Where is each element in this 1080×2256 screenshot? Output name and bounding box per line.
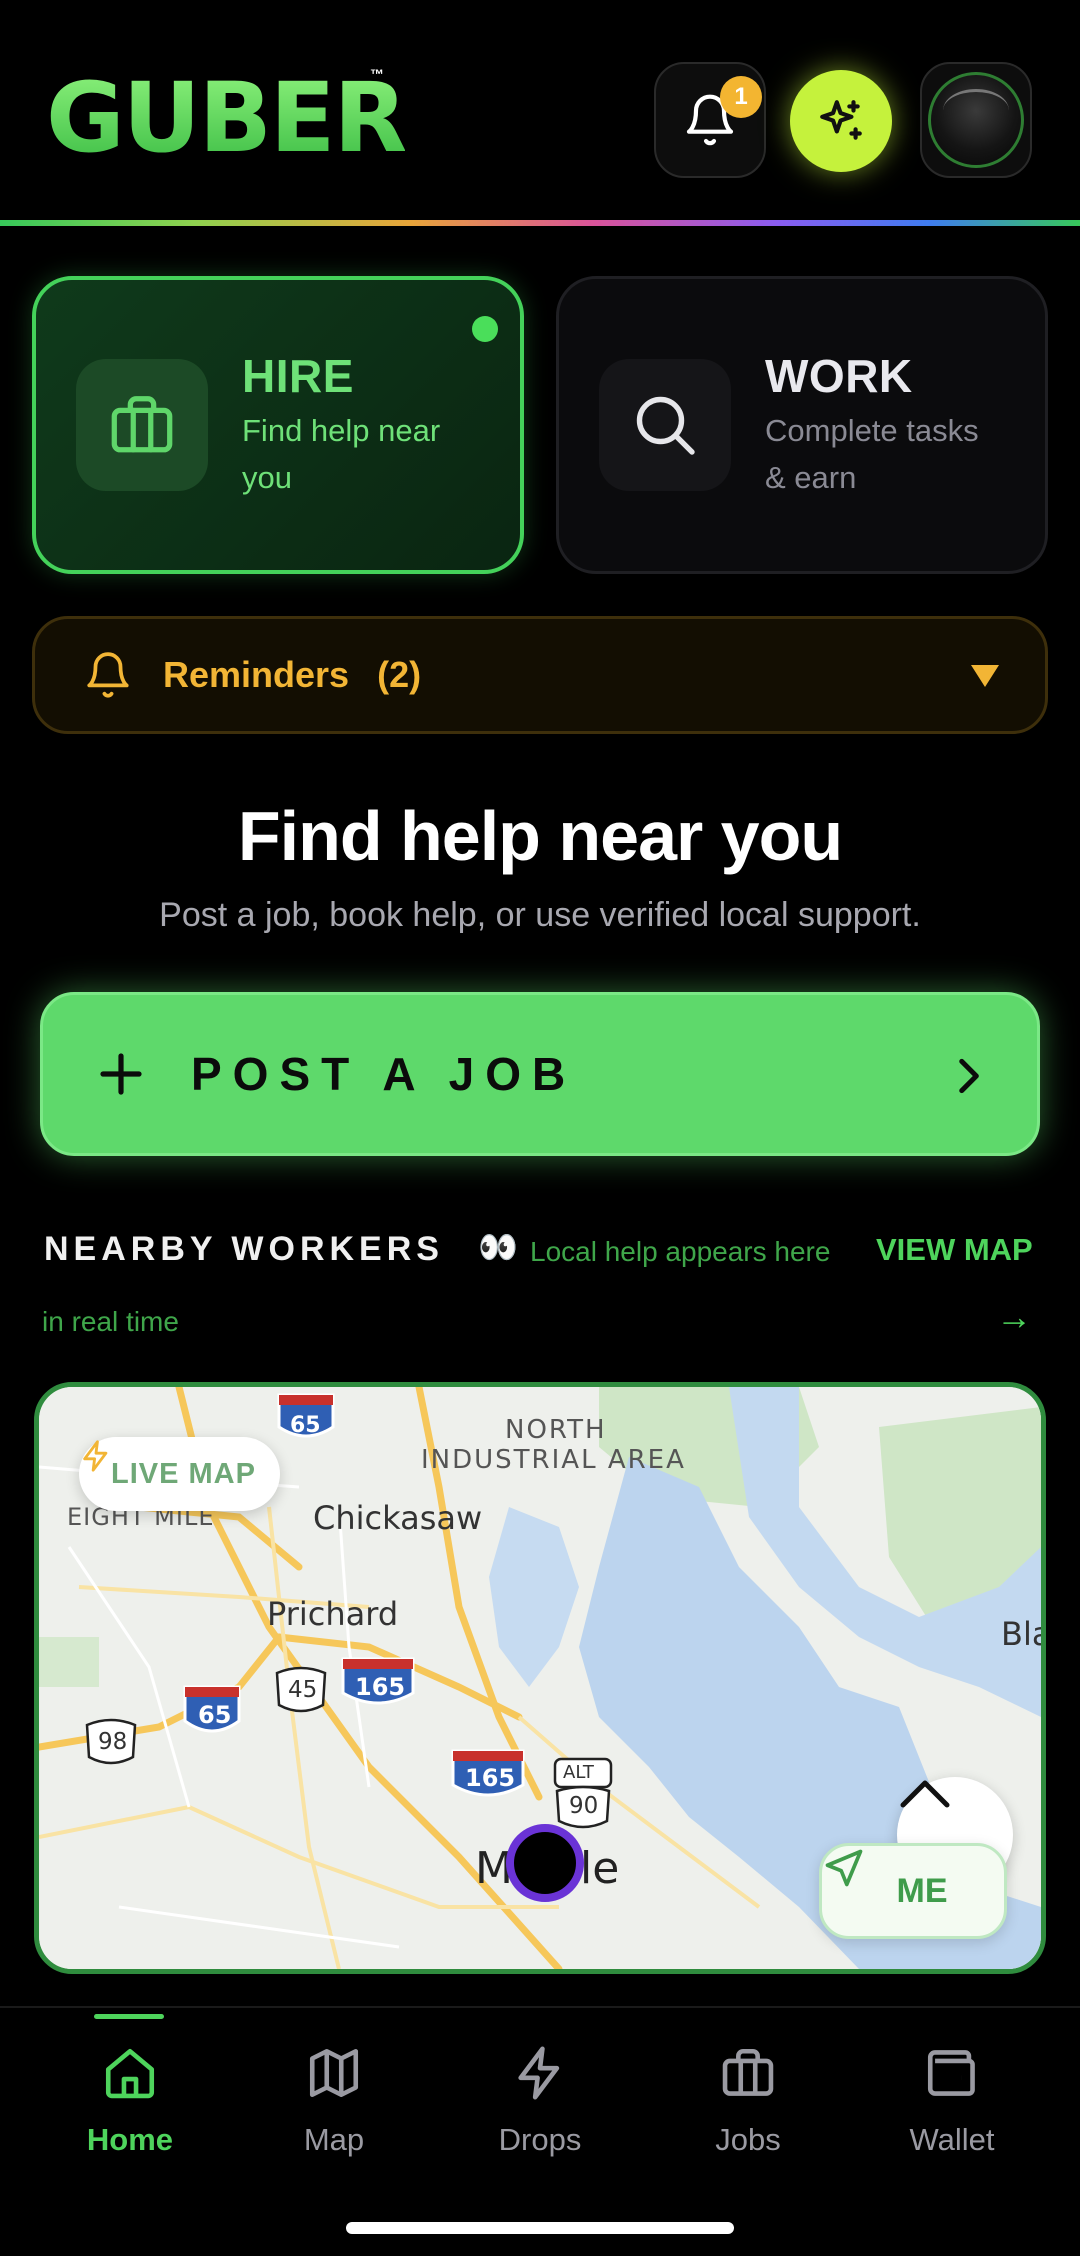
nav-drops[interactable]: Drops [460,2044,620,2184]
chevron-up-icon [900,1780,950,1808]
bottom-navigation: Home Map Drops Jobs Wallet [0,2006,1080,2256]
chevron-right-icon [959,1058,979,1094]
live-map-card[interactable]: 65 165 65 45 98 165 ALT 90 NORTH INDUSTR… [34,1382,1046,1974]
map-place-label: NORTH [505,1415,607,1445]
current-location-marker [506,1824,584,1902]
hire-mode-card[interactable]: HIRE Find help near you [32,276,524,574]
caret-down-icon [971,665,999,687]
locate-me-label: ME [896,1871,948,1910]
eyes-icon: 👀 [478,1229,518,1265]
shield-label: 45 [288,1677,318,1703]
work-mode-card[interactable]: WORK Complete tasks & earn [556,276,1048,574]
hero-title: Find help near you [237,797,843,875]
work-subtitle: Complete tasks & earn [765,413,979,495]
bell-icon [87,652,129,698]
reminders-label: Reminders [163,654,350,695]
shield-label: 65 [198,1701,232,1729]
map-place-label: INDUSTRIAL AREA [421,1445,686,1475]
arrow-right-icon[interactable]: → [996,1296,1032,1338]
search-icon [636,396,695,455]
hire-icon-tile [76,359,208,491]
nav-home[interactable]: Home [50,2044,210,2184]
app-logo[interactable]: GUBER [46,70,407,166]
bolt-icon [83,1440,108,1472]
notifications-button[interactable]: 1 [654,62,766,178]
app-header: GUBER ™ 1 [0,0,1080,226]
active-indicator-dot [472,316,498,342]
profile-button[interactable] [920,62,1032,178]
work-title: WORK [765,350,913,402]
home-icon [105,2048,155,2099]
nav-jobs[interactable]: Jobs [668,2044,828,2184]
hire-subtitle: Find help near you [242,413,441,495]
sparkle-icon [820,100,862,140]
nav-label: Drops [498,2122,582,2157]
map-place-label: Chickasaw [313,1499,483,1537]
post-job-button[interactable]: POST A JOB [40,992,1040,1156]
map-icon [309,2048,359,2098]
briefcase-icon [722,2048,774,2096]
home-indicator [346,2222,734,2234]
wallet-icon [927,2050,975,2096]
work-icon-tile [599,359,731,491]
hero-subtitle: Post a job, book help, or use verified l… [159,896,921,934]
live-map-badge: LIVE MAP [79,1437,280,1511]
briefcase-icon [111,396,173,453]
bolt-icon [518,2046,560,2100]
active-tab-indicator [94,2014,164,2019]
avatar [928,72,1024,168]
nav-label: Home [86,2122,174,2157]
reminders-count: (2) [377,654,422,695]
view-map-link[interactable]: VIEW MAP [876,1232,1033,1268]
live-map-label: LIVE MAP [111,1457,256,1490]
plus-icon [100,1053,142,1095]
hire-title: HIRE [242,350,354,402]
nav-label: Jobs [715,2122,781,2157]
shield-label: 98 [98,1729,128,1755]
nearby-hint-text: Local help appears here [530,1236,831,1267]
shield-label: ALT [563,1762,594,1783]
navigation-arrow-icon [825,1849,863,1887]
reminders-dropdown[interactable]: Reminders (2) [32,616,1048,734]
nav-map[interactable]: Map [254,2044,414,2184]
shield-label: 165 [465,1764,516,1792]
ai-assistant-button[interactable] [790,70,892,172]
notification-count-badge: 1 [720,76,762,118]
map-place-label: Prichard [267,1595,399,1633]
shield-label: 165 [355,1673,406,1701]
nav-label: Map [303,2122,365,2157]
shield-label: 65 [290,1413,321,1438]
trademark-mark: ™ [370,66,384,82]
nearby-hint-text-line2: in real time [42,1306,179,1337]
nav-label: Wallet [909,2122,995,2157]
post-job-label: POST A JOB [191,1048,577,1100]
header-gradient-divider [0,220,1080,226]
map-place-label: Bla [1001,1615,1041,1653]
locate-me-button[interactable]: ME [819,1843,1007,1939]
nearby-workers-heading: NEARBY WORKERS [44,1230,444,1268]
nav-wallet[interactable]: Wallet [872,2044,1032,2184]
shield-label: 90 [569,1793,599,1819]
